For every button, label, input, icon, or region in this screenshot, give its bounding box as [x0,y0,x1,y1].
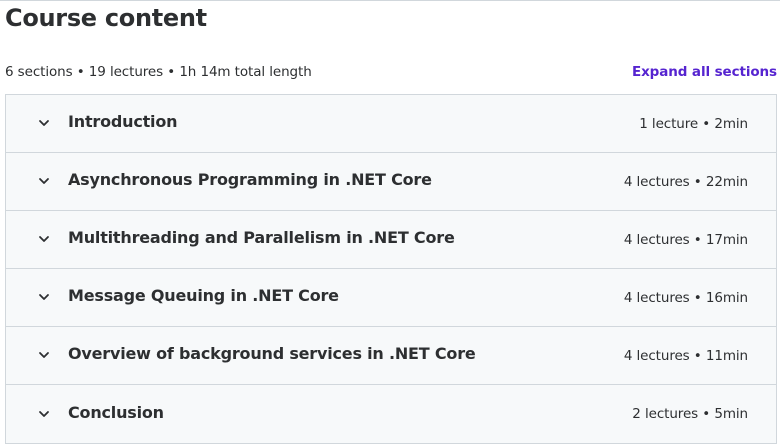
summary-row: 6 sections • 19 lectures • 1h 14m total … [5,62,777,82]
section-meta: 4 lectures • 16min [623,289,748,306]
section-list: Introduction 1 lecture • 2min Asynchrono… [5,94,777,444]
course-content-panel: Course content 6 sections • 19 lectures … [0,0,780,448]
chevron-down-icon [36,115,52,131]
chevron-down-icon [36,231,52,247]
section-meta: 4 lectures • 17min [623,231,748,248]
section-row[interactable]: Asynchronous Programming in .NET Core 4 … [6,153,776,211]
section-title: Multithreading and Parallelism in .NET C… [68,228,455,247]
chevron-down-icon [36,406,52,422]
expand-all-sections-button[interactable]: Expand all sections [632,64,777,80]
chevron-down-icon [36,347,52,363]
section-row[interactable]: Introduction 1 lecture • 2min [6,95,776,153]
section-row[interactable]: Conclusion 2 lectures • 5min [6,385,776,443]
section-title: Overview of background services in .NET … [68,344,476,363]
top-divider [0,0,780,1]
section-title: Asynchronous Programming in .NET Core [68,170,432,189]
section-row[interactable]: Multithreading and Parallelism in .NET C… [6,211,776,269]
section-meta: 2 lectures • 5min [632,406,748,422]
section-meta: 4 lectures • 11min [623,347,748,364]
section-row[interactable]: Message Queuing in .NET Core 4 lectures … [6,269,776,327]
section-title: Conclusion [68,402,164,422]
section-meta: 1 lecture • 2min [639,115,748,132]
page-title: Course content [5,4,207,32]
course-summary: 6 sections • 19 lectures • 1h 14m total … [5,64,312,80]
section-title: Message Queuing in .NET Core [68,286,339,305]
section-title: Introduction [68,112,178,131]
chevron-down-icon [36,289,52,305]
chevron-down-icon [36,173,52,189]
section-meta: 4 lectures • 22min [623,173,748,190]
section-row[interactable]: Overview of background services in .NET … [6,327,776,385]
